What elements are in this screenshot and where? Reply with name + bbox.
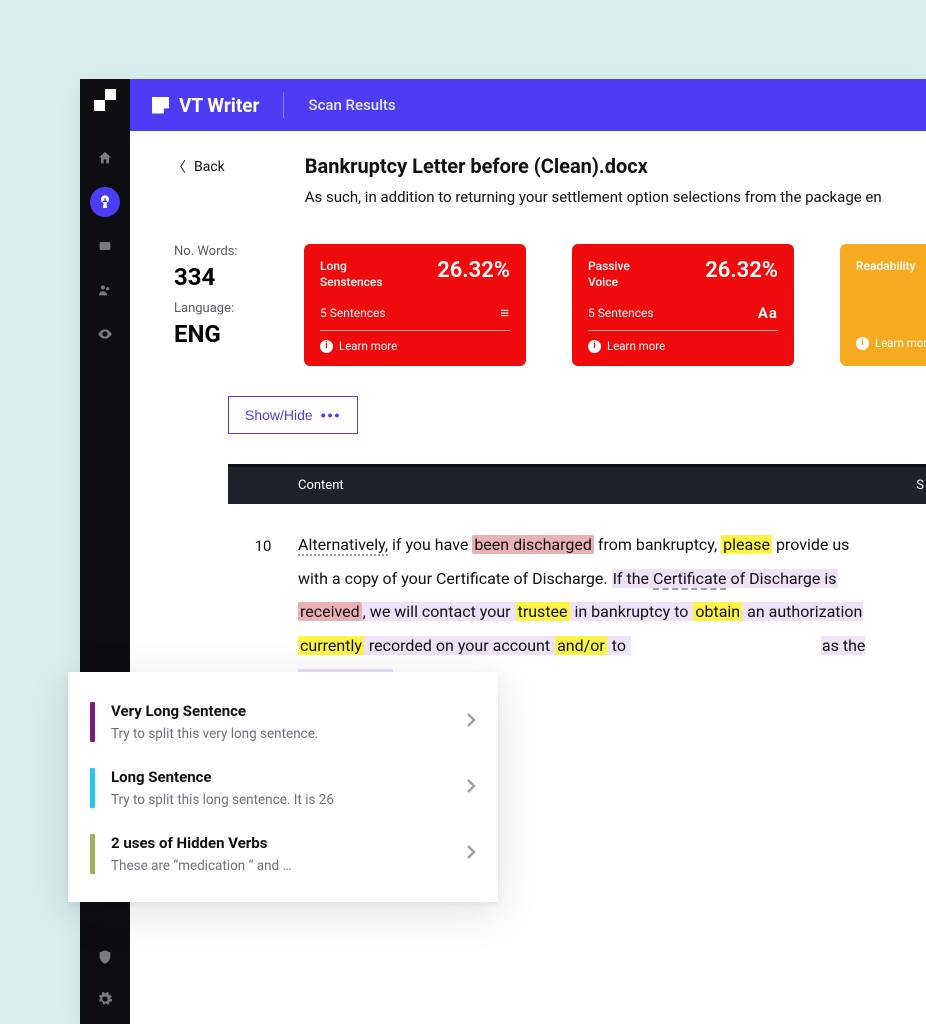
suggestion-title: Long Sentence — [111, 768, 450, 786]
nav-users-icon[interactable] — [90, 275, 120, 305]
document-subtitle: As such, in addition to returning your s… — [305, 188, 882, 206]
card-meta: 5 Sentences — [588, 306, 654, 320]
brand-label: VT Writer — [179, 94, 259, 117]
words-label: No. Words: — [174, 244, 264, 259]
card-readability[interactable]: Readability i Learn more — [840, 244, 926, 366]
nav-shield-icon[interactable] — [90, 942, 120, 972]
col-content: Content — [298, 478, 344, 493]
chevron-left-icon: 〈 — [172, 157, 186, 177]
card-learn-more[interactable]: i Learn more — [588, 339, 778, 353]
summary-stats: No. Words: 334 Language: ENG — [174, 244, 264, 366]
info-icon: i — [320, 340, 333, 353]
show-hide-label: Show/Hide — [245, 407, 313, 423]
lang-label: Language: — [174, 301, 264, 316]
brand: VT Writer — [152, 94, 259, 117]
dots-icon: ••• — [321, 407, 342, 423]
header: VT Writer Scan Results — [130, 79, 926, 131]
suggestion-subtitle: Try to split this long sentence. It is 2… — [111, 792, 450, 808]
chevron-right-icon — [466, 712, 476, 732]
nav-visibility-icon[interactable] — [90, 319, 120, 349]
info-icon: i — [588, 340, 601, 353]
card-title: Passive Voice — [588, 258, 630, 290]
severity-stripe — [90, 702, 95, 742]
card-title: Long Senstences — [320, 258, 383, 290]
suggestion-item[interactable]: Long Sentence Try to split this long sen… — [90, 758, 476, 818]
card-learn-more[interactable]: i Learn more — [856, 336, 926, 350]
suggestion-item[interactable]: Very Long Sentence Try to split this ver… — [90, 692, 476, 752]
back-button[interactable]: 〈 Back — [172, 157, 225, 177]
card-pct: 26.32% — [437, 258, 510, 283]
nav-settings-icon[interactable] — [90, 984, 120, 1014]
severity-stripe — [90, 768, 95, 808]
card-title: Readability — [856, 258, 915, 274]
document-title: Bankruptcy Letter before (Clean).docx — [305, 154, 882, 178]
card-learn-more[interactable]: i Learn more — [320, 339, 510, 353]
page-title: Scan Results — [308, 96, 395, 114]
nav-home-icon[interactable] — [90, 143, 120, 173]
lang-value: ENG — [174, 320, 264, 348]
suggestion-item[interactable]: 2 uses of Hidden Verbs These are “medica… — [90, 824, 476, 884]
card-meta: 5 Sentences — [320, 306, 386, 320]
list-lines-icon: ≡ — [500, 304, 510, 322]
suggestion-title: Very Long Sentence — [111, 702, 450, 720]
suggestion-subtitle: Try to split this very long sentence. — [111, 726, 450, 742]
table-header: Content S — [228, 464, 926, 504]
row-content: Alternatively, if you have been discharg… — [298, 528, 908, 696]
chevron-right-icon — [466, 778, 476, 798]
info-icon: i — [856, 337, 869, 350]
show-hide-button[interactable]: Show/Hide ••• — [228, 396, 358, 434]
card-pct: 26.32% — [705, 258, 778, 283]
col-right: S — [916, 478, 924, 493]
font-aa-icon: Aa — [758, 304, 778, 322]
page-content: 〈 Back Bankruptcy Letter before (Clean).… — [130, 131, 926, 720]
card-long-sentences[interactable]: Long Senstences 26.32% 5 Sentences ≡ i L… — [304, 244, 526, 366]
header-divider — [283, 92, 284, 118]
app-logo-icon — [94, 89, 116, 111]
words-value: 334 — [174, 263, 264, 291]
suggestions-popup: Very Long Sentence Try to split this ver… — [68, 672, 498, 902]
chevron-right-icon — [466, 844, 476, 864]
back-label: Back — [194, 159, 225, 175]
row-number: 10 — [228, 528, 298, 696]
card-passive-voice[interactable]: Passive Voice 26.32% 5 Sentences Aa i Le… — [572, 244, 794, 366]
nav-scan-icon[interactable] — [90, 187, 120, 217]
suggestion-title: 2 uses of Hidden Verbs — [111, 834, 450, 852]
severity-stripe — [90, 834, 95, 874]
brand-icon — [152, 97, 169, 114]
nav-docs-icon[interactable] — [90, 231, 120, 261]
metric-cards: Long Senstences 26.32% 5 Sentences ≡ i L… — [304, 244, 926, 366]
suggestion-subtitle: These are “medication ” and … — [111, 858, 450, 874]
